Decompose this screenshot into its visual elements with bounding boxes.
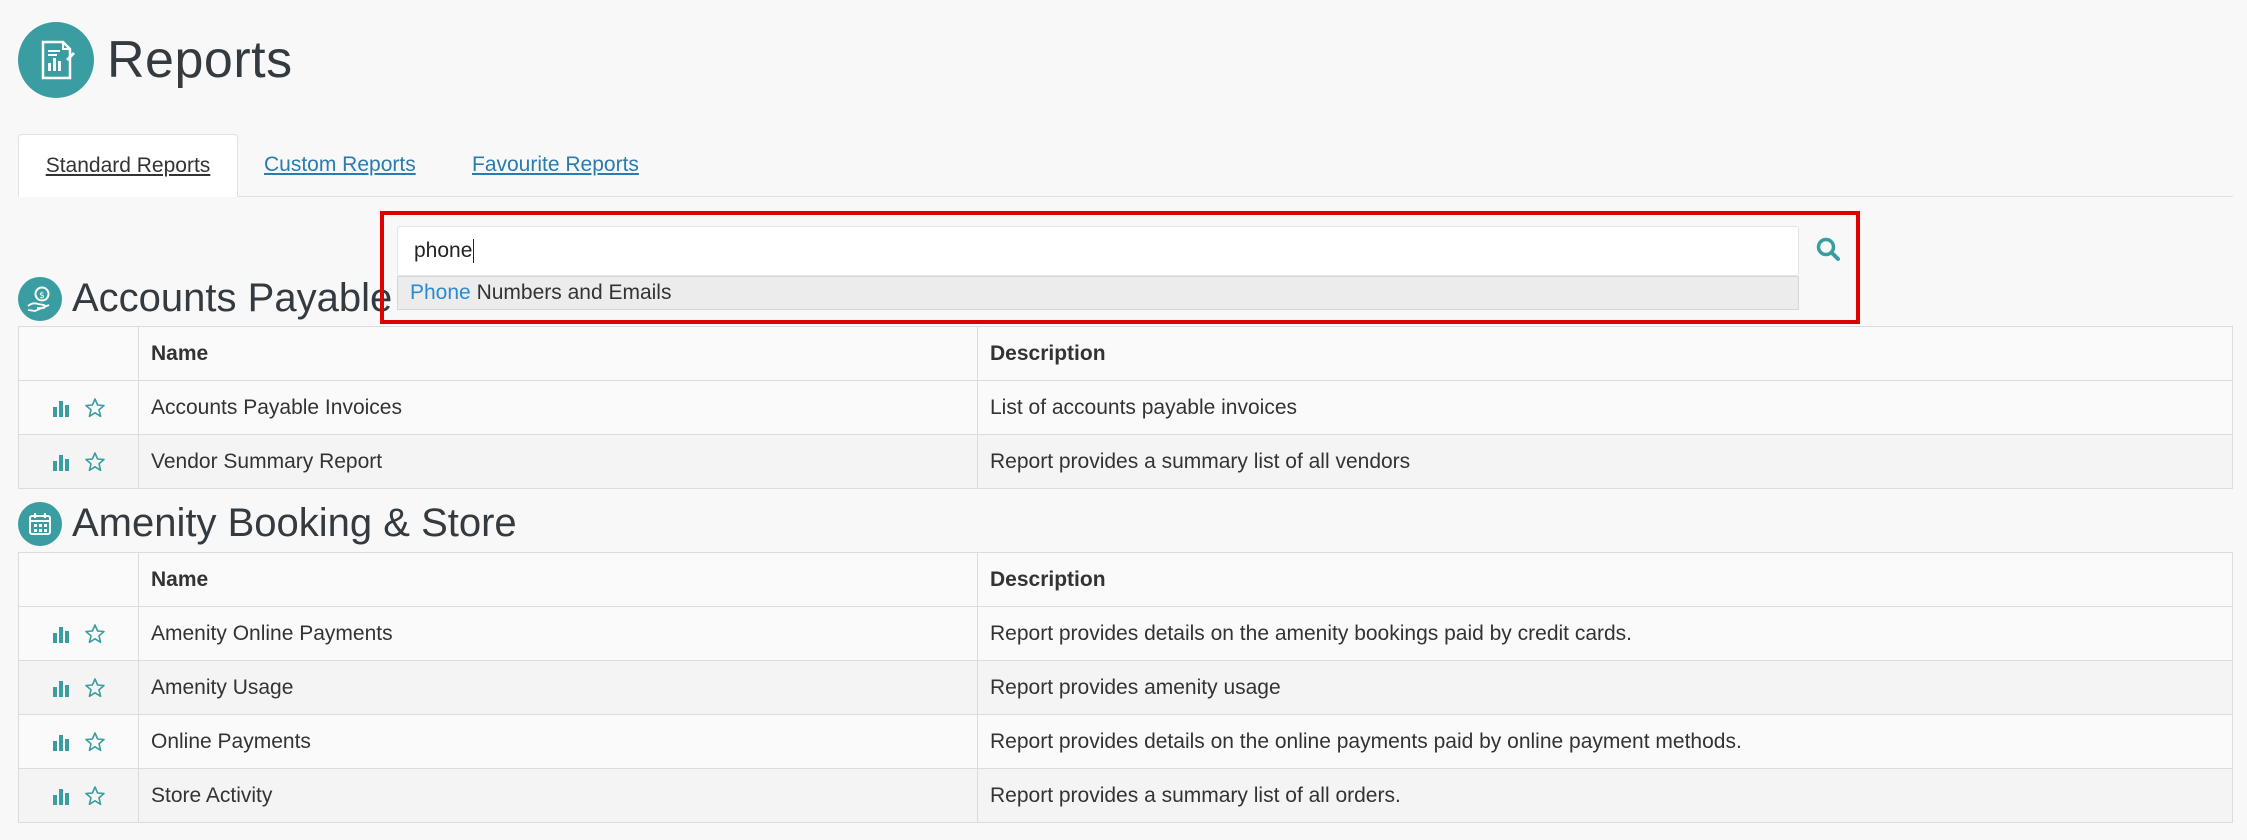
- description-column-header: Description: [977, 552, 2233, 607]
- hand-coin-icon: $: [18, 276, 62, 321]
- search-input-value: phone: [414, 239, 473, 262]
- tab-custom-reports[interactable]: Custom Reports: [264, 134, 416, 195]
- text-caret: [473, 239, 475, 264]
- table-row: Amenity Online Payments Report provides …: [18, 606, 2233, 661]
- report-description: Report provides details on the amenity b…: [977, 606, 2233, 661]
- bar-chart-icon[interactable]: [51, 624, 71, 644]
- accounts-payable-table: Name Description Accounts Payable Invoic…: [18, 326, 2233, 489]
- table-row: Amenity Usage Report provides amenity us…: [18, 660, 2233, 715]
- bar-chart-icon[interactable]: [51, 786, 71, 806]
- table-row: Online Payments Report provides details …: [18, 714, 2233, 769]
- report-name[interactable]: Online Payments: [138, 714, 978, 769]
- search-input[interactable]: phone: [397, 226, 1799, 276]
- row-actions: [18, 768, 139, 823]
- report-document-icon: [18, 22, 94, 98]
- star-outline-icon[interactable]: [84, 623, 106, 645]
- row-actions: [18, 380, 139, 435]
- icons-column-header: [18, 326, 139, 381]
- star-outline-icon[interactable]: [84, 785, 106, 807]
- svg-text:$: $: [39, 291, 45, 301]
- report-tabs: Standard Reports Custom Reports Favourit…: [18, 134, 2233, 197]
- search-icon: [1816, 237, 1840, 261]
- tab-standard-reports[interactable]: Standard Reports: [18, 134, 238, 197]
- row-actions: [18, 714, 139, 769]
- report-name[interactable]: Store Activity: [138, 768, 978, 823]
- bar-chart-icon[interactable]: [51, 452, 71, 472]
- name-column-header: Name: [138, 326, 978, 381]
- report-name[interactable]: Amenity Online Payments: [138, 606, 978, 661]
- suggestion-rest-text: Numbers and Emails: [470, 281, 672, 304]
- bar-chart-icon[interactable]: [51, 398, 71, 418]
- star-outline-icon[interactable]: [84, 451, 106, 473]
- table-row: Vendor Summary Report Report provides a …: [18, 434, 2233, 489]
- section-title-text: Amenity Booking & Store: [72, 501, 517, 545]
- table-row: Store Activity Report provides a summary…: [18, 768, 2233, 823]
- report-name[interactable]: Accounts Payable Invoices: [138, 380, 978, 435]
- search-button[interactable]: [1813, 234, 1845, 266]
- tab-favourite-reports[interactable]: Favourite Reports: [472, 134, 639, 195]
- search-suggestion-item[interactable]: Phone Numbers and Emails: [397, 276, 1799, 310]
- row-actions: [18, 660, 139, 715]
- star-outline-icon[interactable]: [84, 397, 106, 419]
- report-name[interactable]: Amenity Usage: [138, 660, 978, 715]
- amenity-booking-table: Name Description Amenity Online Payments…: [18, 552, 2233, 823]
- table-header-row: Name Description: [18, 326, 2233, 381]
- row-actions: [18, 434, 139, 489]
- name-column-header: Name: [138, 552, 978, 607]
- star-outline-icon[interactable]: [84, 731, 106, 753]
- suggestion-match-text: Phone: [410, 281, 471, 304]
- report-name[interactable]: Vendor Summary Report: [138, 434, 978, 489]
- icons-column-header: [18, 552, 139, 607]
- page-title: Reports: [107, 31, 293, 89]
- page-header: Reports: [18, 22, 293, 98]
- bar-chart-icon[interactable]: [51, 678, 71, 698]
- bar-chart-icon[interactable]: [51, 732, 71, 752]
- report-description: Report provides a summary list of all or…: [977, 768, 2233, 823]
- report-description: Report provides details on the online pa…: [977, 714, 2233, 769]
- star-outline-icon[interactable]: [84, 677, 106, 699]
- table-header-row: Name Description: [18, 552, 2233, 607]
- description-column-header: Description: [977, 326, 2233, 381]
- section-title-amenity-booking: Amenity Booking & Store: [18, 501, 517, 546]
- report-description: List of accounts payable invoices: [977, 380, 2233, 435]
- row-actions: [18, 606, 139, 661]
- report-description: Report provides a summary list of all ve…: [977, 434, 2233, 489]
- section-title-text: Accounts Payable: [72, 276, 393, 320]
- calendar-icon: [18, 501, 62, 546]
- section-title-accounts-payable: $ Accounts Payable: [18, 276, 392, 321]
- report-description: Report provides amenity usage: [977, 660, 2233, 715]
- table-row: Accounts Payable Invoices List of accoun…: [18, 380, 2233, 435]
